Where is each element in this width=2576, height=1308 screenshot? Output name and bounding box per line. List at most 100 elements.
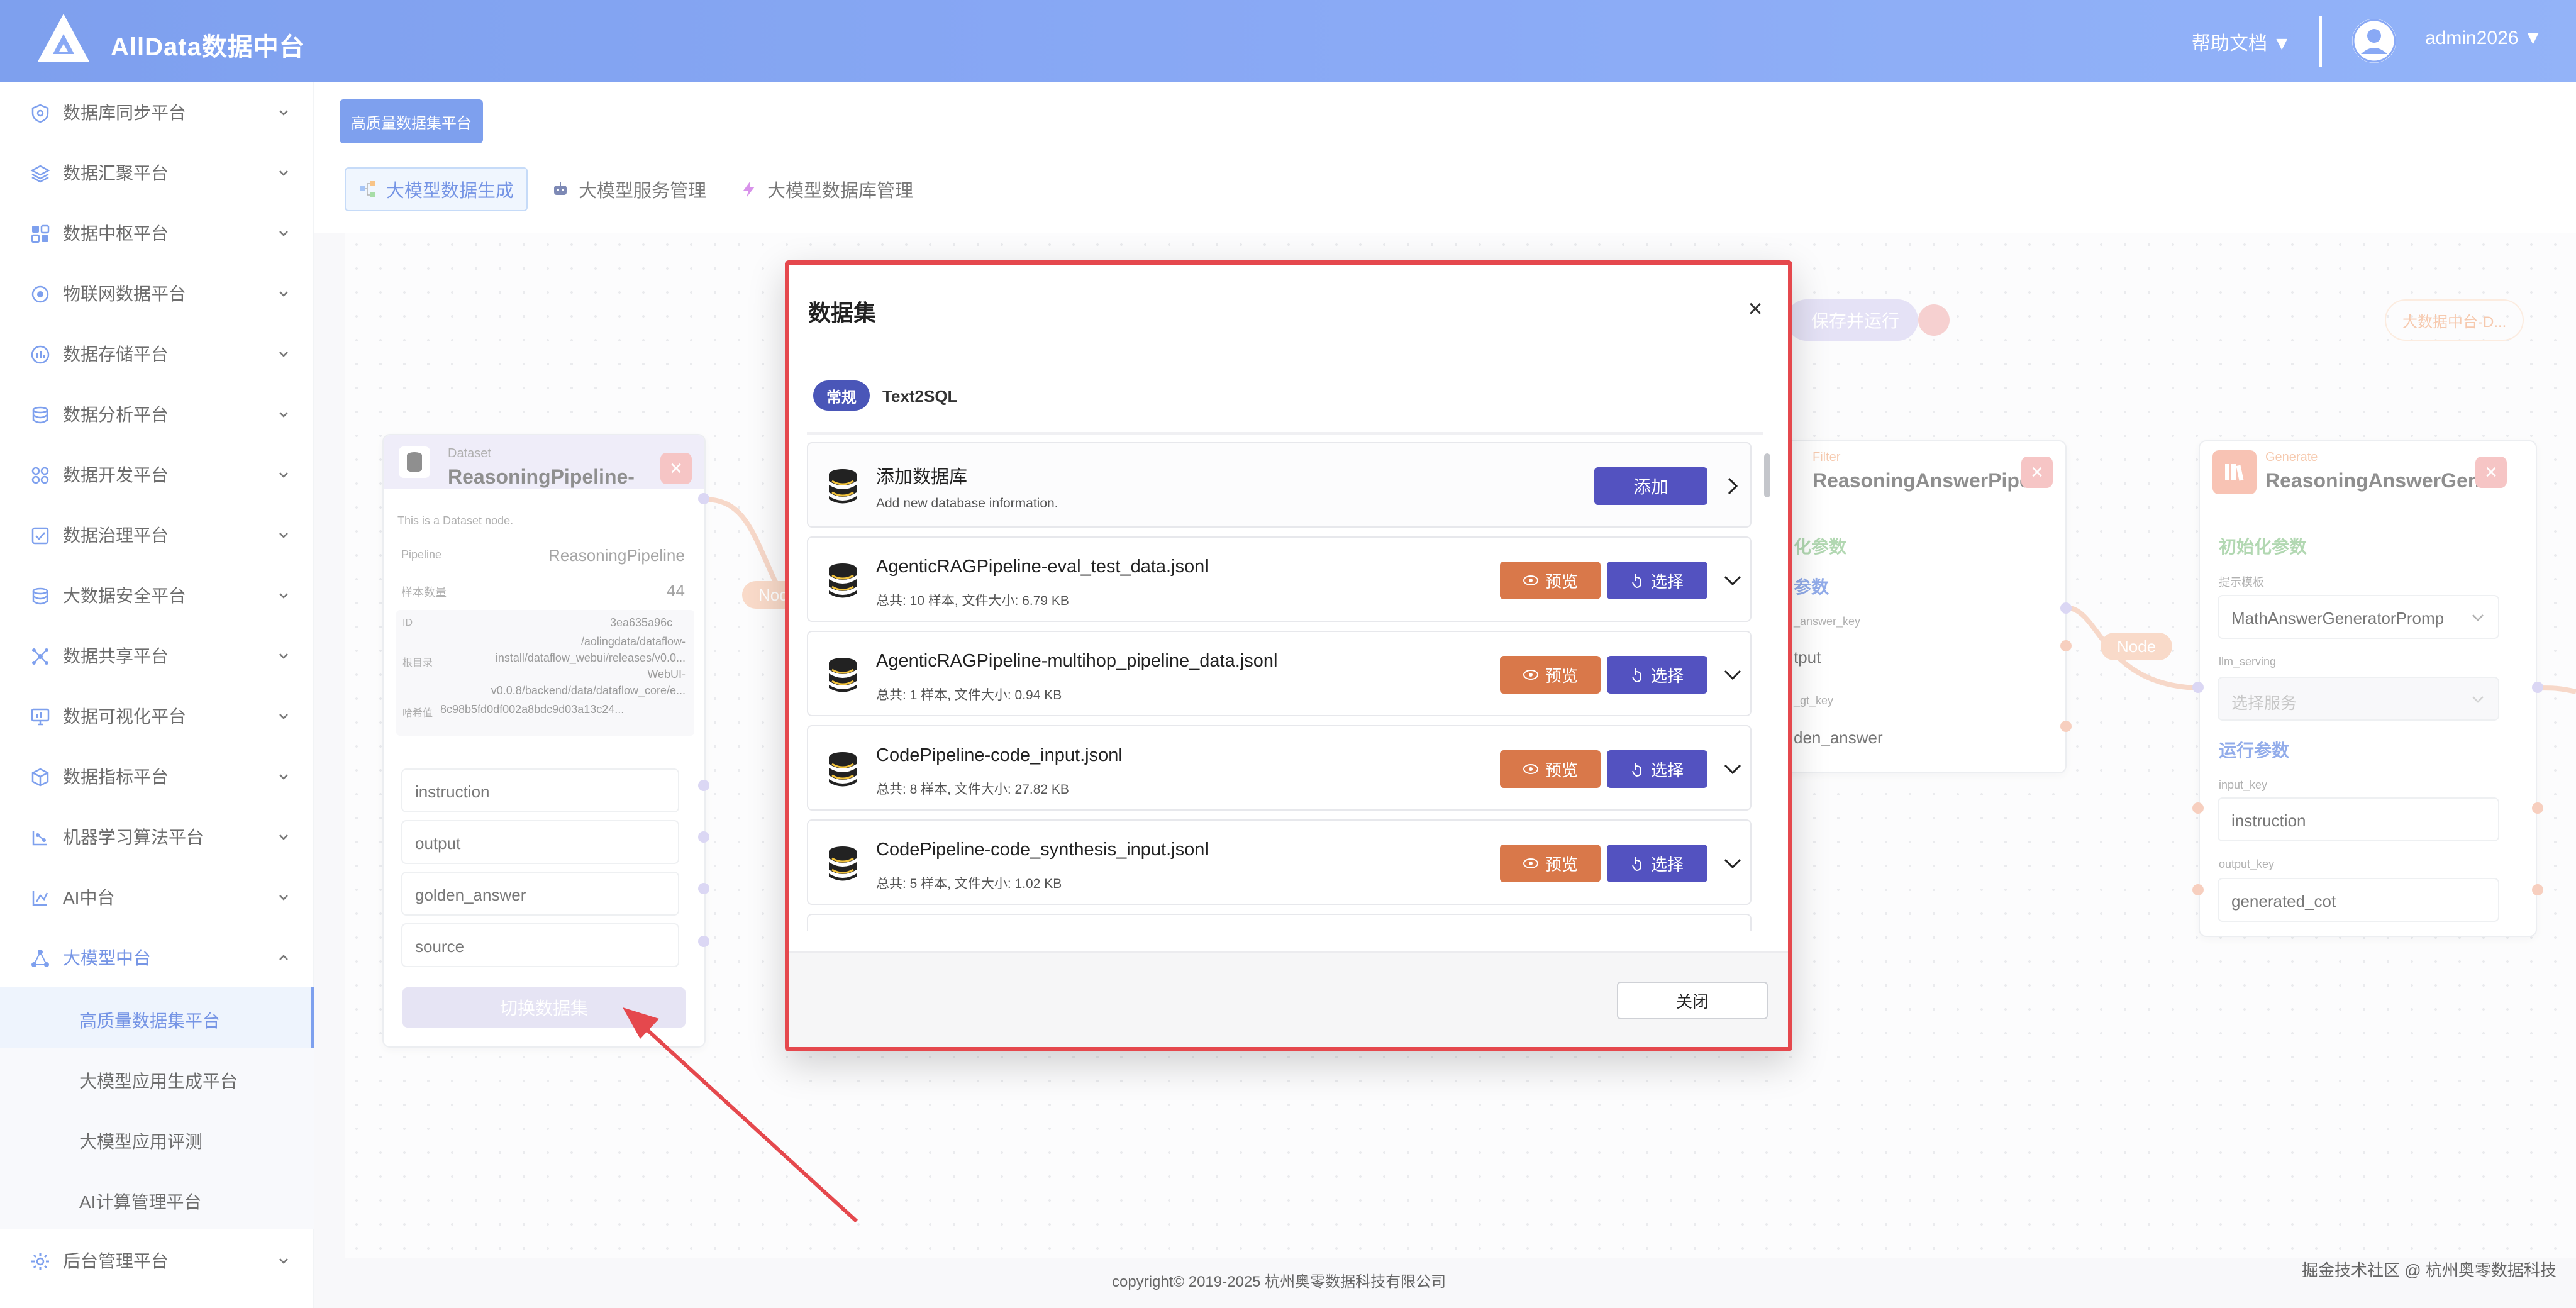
- select-label: 选择: [1650, 760, 1684, 780]
- chevron-down-icon[interactable]: [1721, 852, 1744, 875]
- dataset-field-item: output: [401, 820, 679, 864]
- node-output-port[interactable]: [2060, 602, 2072, 614]
- dataset-meta: 总共: 5 样本, 文件大小: 1.02 KB: [876, 877, 1062, 891]
- chevron-down-icon: [279, 472, 288, 478]
- dataset-row[interactable]: CodePipeline-code_synthesis_input.jsonl …: [807, 819, 1752, 905]
- field-port[interactable]: [2192, 802, 2204, 814]
- tab-llm-database[interactable]: 大模型数据库管理: [727, 167, 926, 211]
- chevron-down-icon[interactable]: [1721, 569, 1744, 592]
- tab-text2sql[interactable]: Text2SQL: [882, 387, 957, 406]
- sidebar-item-label: 数据库同步平台: [63, 103, 187, 123]
- select-button[interactable]: 选择: [1607, 656, 1707, 694]
- sidebar-sub-ai-compute[interactable]: AI计算管理平台: [0, 1168, 314, 1229]
- sidebar-item-label: 数据共享平台: [63, 646, 169, 666]
- dir-line: v0.0.8/backend/data/dataflow_core/e...: [491, 684, 686, 697]
- node-input-port[interactable]: [2192, 682, 2204, 693]
- pipeline-value: ReasoningPipeline: [548, 546, 685, 565]
- field-port[interactable]: [698, 883, 709, 894]
- sidebar-item-governance[interactable]: 数据治理平台: [0, 504, 314, 565]
- select-button[interactable]: 选择: [1607, 845, 1707, 882]
- sidebar-sub-llm-eval[interactable]: 大模型应用评测: [0, 1108, 314, 1168]
- sidebar-item-admin[interactable]: 后台管理平台: [0, 1230, 314, 1290]
- dataset-row-partial[interactable]: [807, 914, 1752, 931]
- generate-node[interactable]: Generate ReasoningAnswerGen... × 初始化参数 提…: [2199, 440, 2537, 937]
- sidebar-item-share[interactable]: 数据共享平台: [0, 625, 314, 685]
- preview-button[interactable]: 预览: [1500, 750, 1601, 788]
- list-scrollbar[interactable]: [1764, 453, 1770, 497]
- close-icon[interactable]: ×: [660, 453, 692, 484]
- sidebar-item-storage[interactable]: 数据存储平台: [0, 323, 314, 384]
- sidebar-item-data-hub[interactable]: 数据中枢平台: [0, 202, 314, 263]
- chevron-down-icon: [279, 352, 288, 357]
- sidebar-item-data-gather[interactable]: 数据汇聚平台: [0, 142, 314, 202]
- save-and-run-button[interactable]: 保存并运行: [1786, 299, 1919, 341]
- sidebar-item-llm[interactable]: 大模型中台: [0, 927, 314, 987]
- field-port[interactable]: [2532, 802, 2543, 814]
- field-port[interactable]: [698, 780, 709, 791]
- sidebar-item-db-sync[interactable]: 数据库同步平台: [0, 82, 314, 142]
- tab-llm-service[interactable]: 大模型服务管理: [538, 167, 719, 211]
- trash-icon[interactable]: [1918, 304, 1950, 336]
- project-badge[interactable]: 大数据中台-D...: [2385, 299, 2524, 341]
- sidebar-item-visualization[interactable]: 数据可视化平台: [0, 685, 314, 746]
- node-output-port[interactable]: [2532, 682, 2543, 693]
- user-menu[interactable]: admin2026 ▼: [2425, 28, 2542, 49]
- field-port[interactable]: [698, 831, 709, 843]
- add-database-row[interactable]: 添加数据库 Add new database information. 添加: [807, 442, 1752, 528]
- select-button[interactable]: 选择: [1607, 562, 1707, 599]
- prompt-template-select[interactable]: MathAnswerGeneratorPromp: [2218, 595, 2499, 639]
- node-title: ReasoningAnswerGen...: [2265, 469, 2479, 492]
- database-icon: [829, 752, 857, 787]
- chevron-down-icon: [279, 834, 288, 840]
- run-params-label: 运行参数: [2219, 741, 2290, 760]
- help-docs-menu[interactable]: 帮助文档 ▼: [2192, 28, 2291, 55]
- sidebar-item-ml[interactable]: 机器学习算法平台: [0, 806, 314, 867]
- edge-label-node[interactable]: Node: [2101, 633, 2173, 660]
- sidebar-sub-llm-app-gen[interactable]: 大模型应用生成平台: [0, 1048, 314, 1108]
- dataset-row[interactable]: AgenticRAGPipeline-eval_test_data.jsonl …: [807, 536, 1752, 622]
- tab-general[interactable]: 常规: [813, 380, 870, 411]
- field-port[interactable]: [2060, 640, 2072, 651]
- dataset-row[interactable]: AgenticRAGPipeline-multihop_pipeline_dat…: [807, 631, 1752, 716]
- input-key-field[interactable]: instruction: [2218, 797, 2499, 841]
- preview-label: 预览: [1545, 855, 1578, 874]
- field-port[interactable]: [2060, 721, 2072, 732]
- preview-button[interactable]: 预览: [1500, 656, 1601, 694]
- chevron-down-icon[interactable]: [1721, 758, 1744, 780]
- chevron-down-icon[interactable]: [1721, 663, 1744, 686]
- llm-serving-select[interactable]: 选择服务: [2218, 677, 2499, 721]
- sidebar-item-ai[interactable]: AI中台: [0, 867, 314, 927]
- breadcrumb-tag-quality-dataset[interactable]: 高质量数据集平台: [340, 99, 483, 143]
- close-button[interactable]: 关闭: [1617, 982, 1768, 1019]
- dir-line: install/dataflow_webui/releases/v0.0...: [495, 651, 686, 664]
- switch-dataset-button[interactable]: 切换数据集: [402, 987, 686, 1028]
- sidebar-item-metrics[interactable]: 数据指标平台: [0, 746, 314, 806]
- chevron-right-icon[interactable]: [1721, 475, 1744, 497]
- sidebar-item-security[interactable]: 大数据安全平台: [0, 565, 314, 625]
- field-port[interactable]: [2532, 884, 2543, 895]
- preview-button[interactable]: 预览: [1500, 562, 1601, 599]
- node-output-port[interactable]: [698, 493, 709, 504]
- close-icon[interactable]: ×: [2475, 457, 2507, 488]
- tab-label: 大模型数据库管理: [767, 181, 914, 201]
- preview-button[interactable]: 预览: [1500, 845, 1601, 882]
- field-port[interactable]: [698, 936, 709, 947]
- add-button[interactable]: 添加: [1594, 467, 1707, 505]
- user-avatar[interactable]: [2352, 19, 2396, 63]
- dataset-name: AgenticRAGPipeline-eval_test_data.jsonl: [876, 557, 1209, 577]
- dataset-node[interactable]: Dataset ReasoningPipeline-pip... × This …: [382, 434, 706, 1048]
- close-icon[interactable]: ×: [2021, 457, 2053, 488]
- select-button[interactable]: 选择: [1607, 750, 1707, 788]
- sidebar-item-dev[interactable]: 数据开发平台: [0, 444, 314, 504]
- output-key-field[interactable]: generated_cot: [2218, 878, 2499, 922]
- alldata-logo-icon[interactable]: [36, 13, 91, 63]
- sidebar-sub-quality-dataset[interactable]: 高质量数据集平台: [0, 987, 314, 1048]
- dataset-row[interactable]: CodePipeline-code_input.jsonl 总共: 8 样本, …: [807, 725, 1752, 811]
- preview-label: 预览: [1545, 572, 1578, 591]
- close-icon[interactable]: ×: [1743, 295, 1768, 323]
- tab-llm-data-gen[interactable]: 大模型数据生成: [345, 167, 528, 211]
- sidebar-item-analysis[interactable]: 数据分析平台: [0, 384, 314, 444]
- dataset-list[interactable]: 添加数据库 Add new database information. 添加 A…: [807, 435, 1763, 931]
- field-port[interactable]: [2192, 884, 2204, 895]
- sidebar-item-iot[interactable]: 物联网数据平台: [0, 263, 314, 323]
